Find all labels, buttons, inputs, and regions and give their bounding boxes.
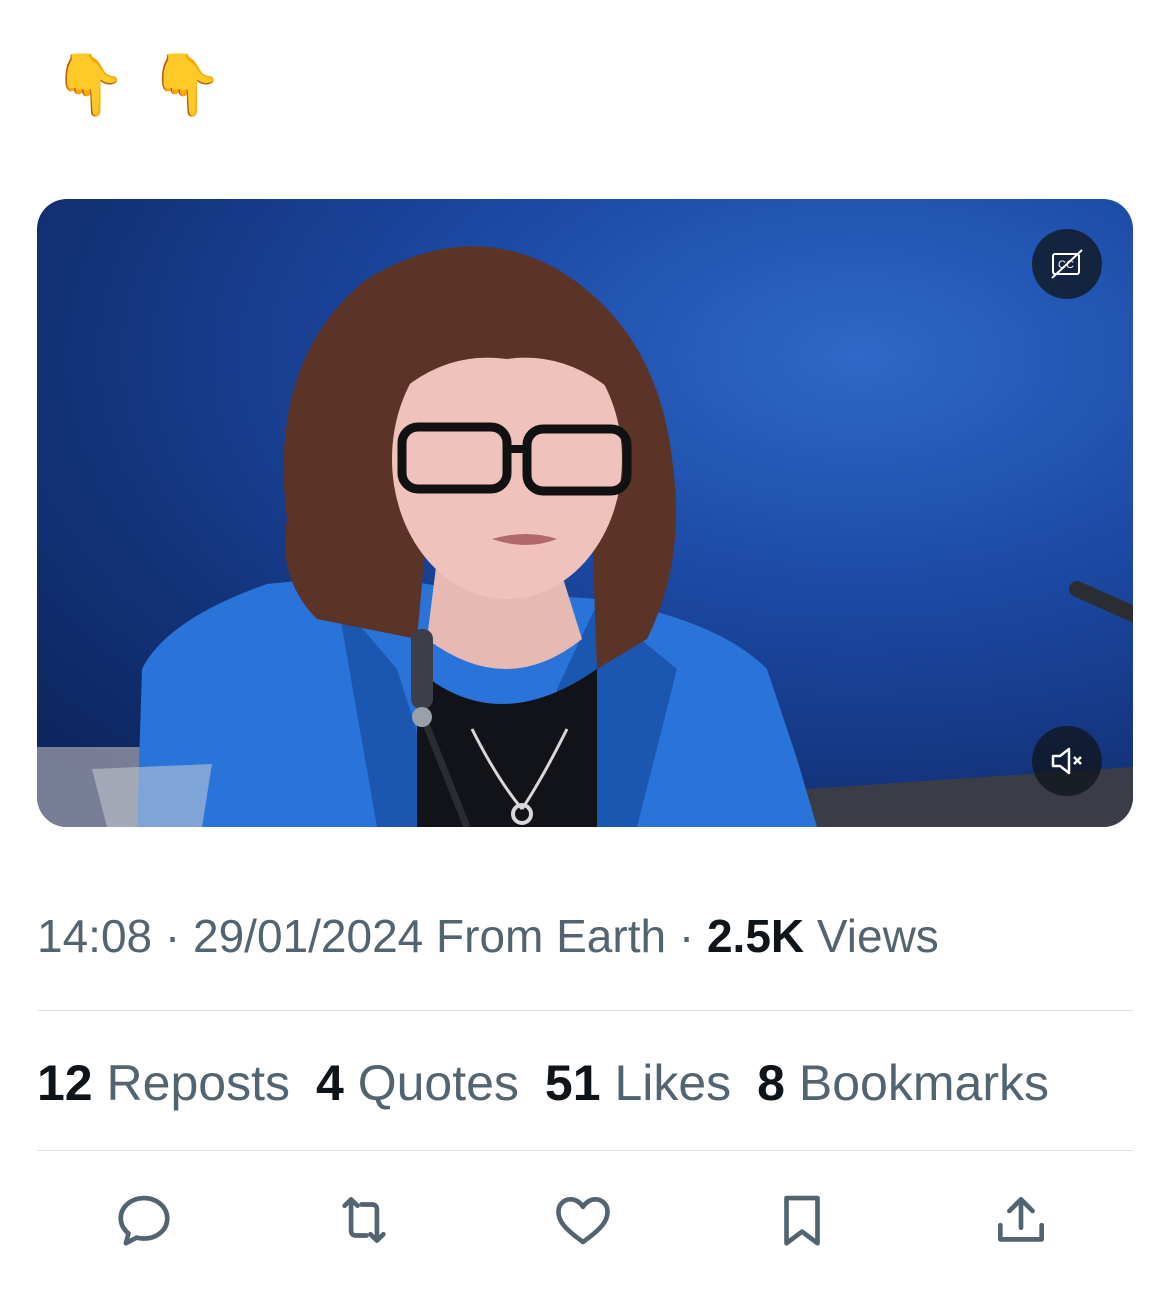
divider (37, 1010, 1133, 1011)
post-time[interactable]: 14:08 (37, 910, 152, 962)
repost-button[interactable] (324, 1180, 404, 1260)
post-source: From Earth (423, 910, 667, 962)
views-count[interactable]: 2.5K (707, 910, 804, 962)
speaker-muted-icon (1051, 747, 1082, 775)
reply-button[interactable] (104, 1180, 184, 1260)
share-icon (998, 1197, 1044, 1242)
post-date[interactable]: 29/01/2024 (193, 910, 423, 962)
reply-icon (118, 1195, 170, 1246)
bookmarks-stat[interactable]: 8 Bookmarks (757, 1051, 1049, 1115)
unmute-button[interactable] (1032, 726, 1102, 796)
divider (37, 1150, 1133, 1151)
bookmark-icon (784, 1195, 820, 1246)
post-text: 👇 👇 (52, 50, 223, 120)
separator: · (152, 910, 194, 962)
repost-icon (342, 1197, 386, 1243)
captions-off-icon: CC (1051, 249, 1083, 279)
likes-stat[interactable]: 51 Likes (545, 1051, 731, 1115)
share-button[interactable] (981, 1180, 1061, 1260)
bookmark-button[interactable] (762, 1180, 842, 1260)
engagement-stats: 12 Reposts 4 Quotes 51 Likes 8 Bookmarks (37, 1051, 1049, 1115)
reposts-stat[interactable]: 12 Reposts (37, 1051, 290, 1115)
captions-toggle-button[interactable]: CC (1032, 229, 1102, 299)
pointing-down-emoji: 👇 (148, 50, 224, 120)
video-player[interactable]: CC (37, 199, 1133, 827)
action-bar (0, 1180, 1170, 1260)
post-metadata: 14:08 · 29/01/2024 From Earth · 2.5K Vie… (37, 906, 939, 966)
heart-icon (556, 1197, 610, 1245)
pointing-down-emoji: 👇 (52, 50, 127, 120)
views-label[interactable]: Views (804, 910, 939, 962)
separator: · (666, 910, 707, 962)
quotes-stat[interactable]: 4 Quotes (316, 1051, 519, 1115)
video-frame (37, 246, 1133, 827)
like-button[interactable] (543, 1180, 623, 1260)
